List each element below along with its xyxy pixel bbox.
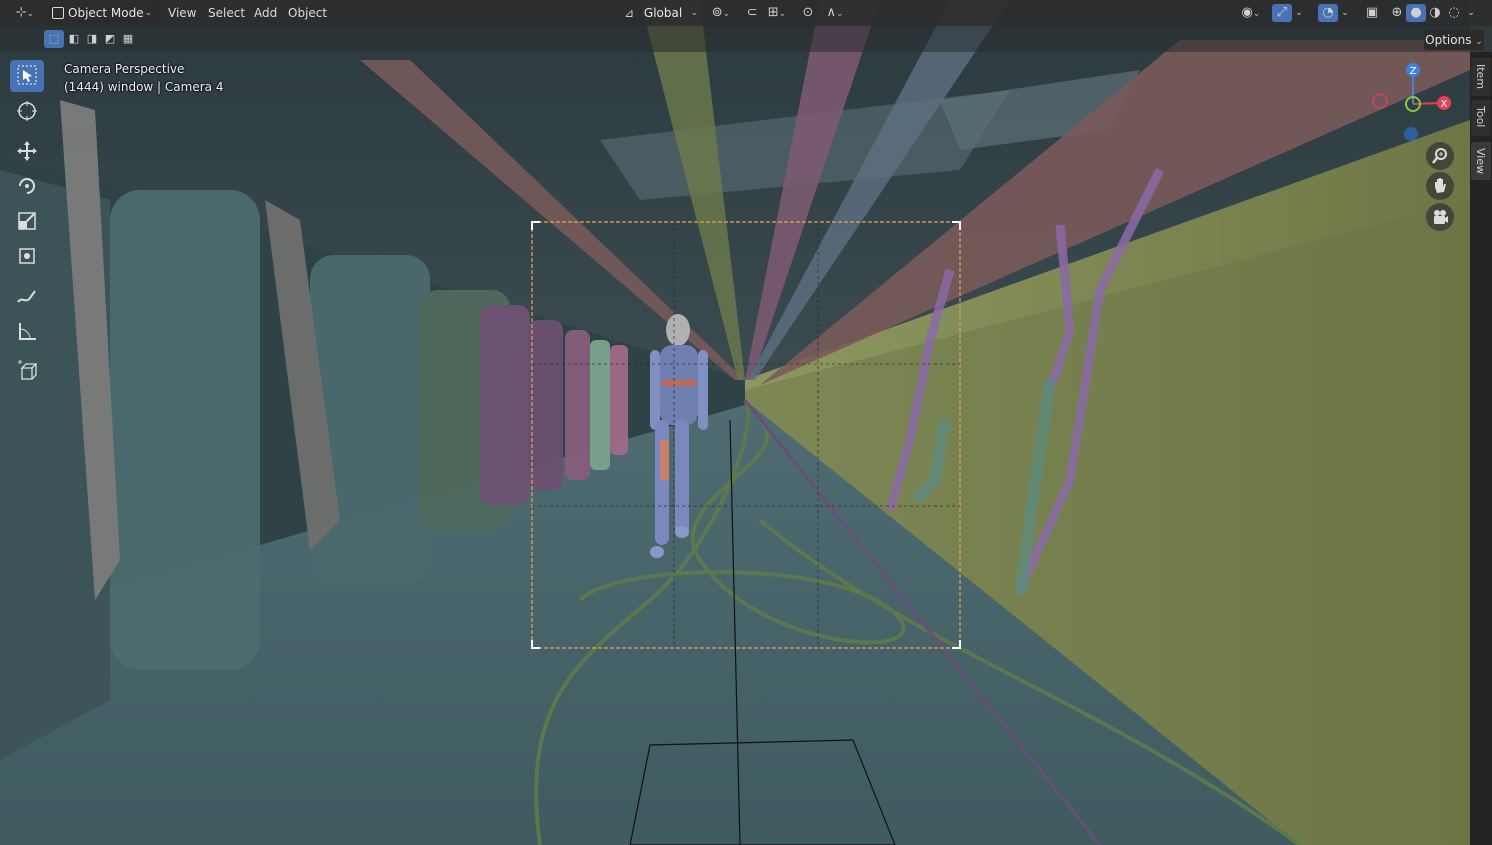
add-cube-icon xyxy=(18,360,38,380)
annotate-icon xyxy=(17,290,36,303)
camera-view-button[interactable] xyxy=(1426,203,1454,231)
move-icon xyxy=(17,141,37,161)
gizmo-toggle-icon[interactable]: ⤢ xyxy=(1272,4,1292,22)
sidebar-tabs: Item Tool View xyxy=(1470,52,1492,845)
menu-add[interactable]: Add xyxy=(254,5,277,21)
object-info: (1444) window | Camera 4 xyxy=(64,80,224,94)
rendered-shading-icon[interactable]: ◌ xyxy=(1444,4,1464,22)
neg-x-axis-handle[interactable] xyxy=(1372,93,1388,109)
transform-orientation-dropdown[interactable]: ⊿ Global ⌄ xyxy=(620,3,700,23)
menu-view[interactable]: View xyxy=(168,5,196,21)
scale-tool[interactable] xyxy=(10,206,44,238)
falloff-icon[interactable]: ∧⌄ xyxy=(820,4,850,22)
mode-dropdown[interactable]: Object Mode ⌄ xyxy=(48,3,156,23)
zoom-button[interactable] xyxy=(1426,142,1454,170)
select-box-icon xyxy=(17,65,37,85)
annotate-tool[interactable] xyxy=(10,282,44,314)
navigation-gizmo[interactable]: Z X xyxy=(1368,60,1464,150)
rotate-icon xyxy=(19,178,35,194)
hand-icon xyxy=(1435,178,1446,193)
orientation-label: Global xyxy=(643,6,683,20)
x-axis-label: X xyxy=(1441,99,1448,110)
visibility-icon[interactable]: ◉⌄ xyxy=(1236,4,1266,22)
orientation-icon: ⊿ xyxy=(624,6,635,20)
measure-tool[interactable] xyxy=(10,317,44,349)
editor-type-icon[interactable]: ⊹⌄ xyxy=(10,4,40,22)
object-mode-icon xyxy=(52,7,64,19)
snap-target-icon[interactable]: ⊞⌄ xyxy=(762,4,792,22)
xray-icon[interactable]: ▣ xyxy=(1362,4,1382,22)
tab-item[interactable]: Item xyxy=(1471,58,1491,96)
chevron-down-icon[interactable]: ⌄ xyxy=(1338,4,1352,22)
material-shading-icon[interactable]: ◑ xyxy=(1425,4,1445,22)
options-dropdown[interactable]: Options ⌄ xyxy=(1424,30,1484,50)
z-axis-label: Z xyxy=(1410,66,1417,77)
menu-select[interactable]: Select xyxy=(208,5,245,21)
tab-item-label: Item xyxy=(1474,64,1487,90)
neg-z-axis-handle[interactable] xyxy=(1404,127,1418,141)
transform-tool[interactable] xyxy=(10,241,44,273)
chevron-down-icon: ⌄ xyxy=(1475,37,1483,47)
rotate-tool[interactable] xyxy=(10,171,44,203)
pan-button[interactable] xyxy=(1426,172,1454,200)
chevron-down-icon: ⌄ xyxy=(690,8,698,18)
move-tool[interactable] xyxy=(10,136,44,168)
cursor-tool[interactable] xyxy=(10,96,44,128)
mode-label: Object Mode xyxy=(68,6,144,20)
snap-icon[interactable]: ⊂ xyxy=(742,4,762,22)
tool-settings-bar: ⬚ ◧ ◨ ◩ ▦ xyxy=(0,26,1492,52)
view-name: Camera Perspective xyxy=(64,62,185,76)
zoom-icon xyxy=(1432,148,1447,164)
3d-viewport[interactable] xyxy=(0,0,1492,845)
tab-tool[interactable]: Tool xyxy=(1471,100,1491,136)
add-cube-tool[interactable] xyxy=(10,356,44,388)
select-box-tool[interactable] xyxy=(10,60,44,92)
select-intersect-icon[interactable]: ▦ xyxy=(118,30,138,48)
transform-icon xyxy=(19,248,35,264)
menu-object[interactable]: Object xyxy=(288,5,327,21)
select-new-icon[interactable]: ⬚ xyxy=(44,30,64,48)
viewport-info: Camera Perspective (1444) window | Camer… xyxy=(64,60,223,96)
select-subtract-icon[interactable]: ◨ xyxy=(82,30,102,48)
tab-tool-label: Tool xyxy=(1474,106,1487,128)
tab-view-label: View xyxy=(1474,148,1487,175)
solid-shading-icon[interactable]: ● xyxy=(1406,4,1426,22)
cursor-icon xyxy=(17,101,37,121)
camera-icon xyxy=(1434,210,1448,224)
measure-icon xyxy=(19,323,36,340)
chevron-down-icon: ⌄ xyxy=(144,8,152,18)
select-extend-icon[interactable]: ◧ xyxy=(64,30,84,48)
chevron-down-icon[interactable]: ⌄ xyxy=(1464,4,1478,22)
options-label: Options xyxy=(1425,33,1472,47)
pivot-point-icon[interactable]: ⊚⌄ xyxy=(706,4,736,22)
wireframe-shading-icon[interactable]: ⊕ xyxy=(1387,4,1407,22)
scale-icon xyxy=(18,212,36,230)
viewport-header: ⊹⌄ Object Mode ⌄ View Select Add Object … xyxy=(0,0,1492,26)
overlays-icon[interactable]: ◔ xyxy=(1318,4,1338,22)
tab-view[interactable]: View xyxy=(1471,142,1491,180)
select-invert-icon[interactable]: ◩ xyxy=(100,30,120,48)
chevron-down-icon[interactable]: ⌄ xyxy=(1292,4,1306,22)
proportional-edit-icon[interactable]: ⊙ xyxy=(798,4,818,22)
